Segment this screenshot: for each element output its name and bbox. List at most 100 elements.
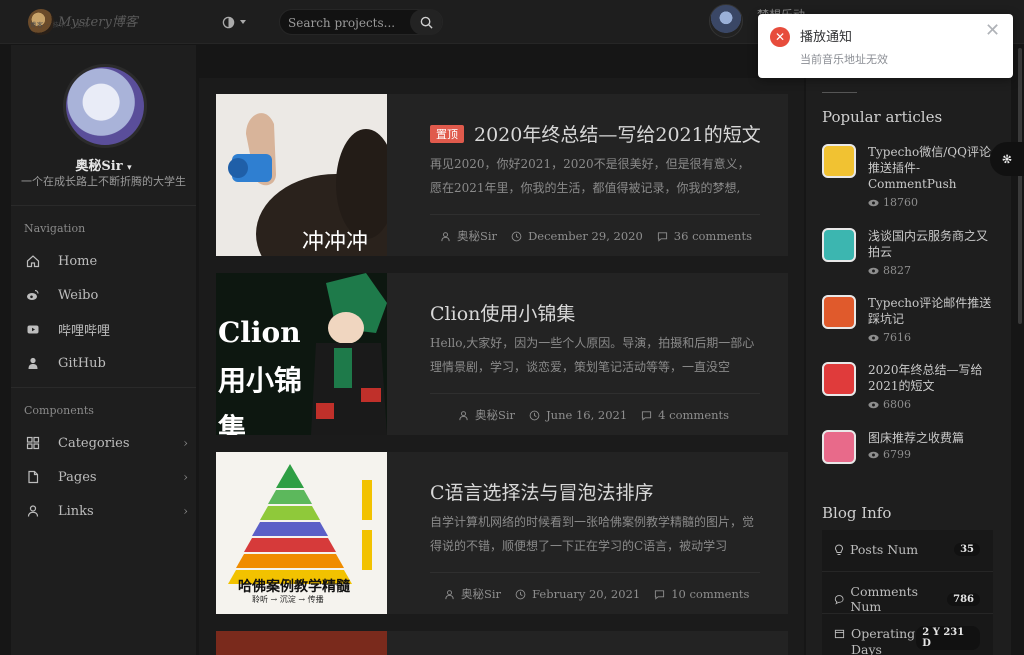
settings-tab[interactable] [990, 142, 1024, 176]
chevron-right-icon: › [183, 470, 188, 484]
profile-bio: 一个在成长路上不断折腾的大学生 [21, 175, 186, 188]
comment-icon [655, 589, 665, 600]
components-label: Components [24, 404, 94, 417]
article-title[interactable]: 浅谈国内云服务商之又拍云 [868, 228, 993, 260]
thumbnail-subcaption: 聆听 → 沉淀 → 传播 [252, 595, 324, 604]
post-title[interactable]: Clion使用小锦集 [430, 299, 575, 326]
divider [11, 205, 196, 206]
post-title-text: 2020年终总结—写给2021的短文 [474, 124, 761, 146]
divider [430, 393, 760, 394]
nav-item-links[interactable]: Links › [24, 499, 192, 523]
post-excerpt: 自学计算机网络的时候看到一张哈佛案例教学精髓的图片，觉得说的不错，顺便想了一下正… [430, 515, 755, 553]
post-title[interactable]: 置顶 2020年终总结—写给2021的短文 [430, 120, 761, 147]
article-thumbnail [822, 362, 856, 396]
post-card[interactable]: 哈佛案例教学精髓 聆听 → 沉淀 → 传播 C语言选择法与冒泡法排序 自学计算机… [216, 452, 788, 614]
article-views: 8827 [868, 264, 911, 277]
eye-icon [868, 267, 879, 274]
post-card[interactable]: 冲冲冲 置顶 2020年终总结—写给2021的短文 再见2020，你好2021，… [216, 94, 788, 256]
divider [822, 92, 857, 93]
theme-toggle-button[interactable] [222, 12, 252, 32]
left-sidebar: 奥秘Sir ▾ 一个在成长路上不断折腾的大学生 Navigation Home … [11, 45, 196, 655]
clock-icon [511, 231, 522, 241]
post-thumbnail[interactable] [216, 631, 387, 655]
article-thumbnail [822, 430, 856, 464]
nav-item-categories[interactable]: Categories › [24, 431, 192, 455]
article-title[interactable]: Typecho评论邮件推送踩坑记 [868, 295, 993, 327]
user-icon [459, 410, 468, 420]
post-comments[interactable]: 4 comments [658, 408, 729, 422]
views-count: 6799 [883, 448, 911, 461]
divider [11, 387, 196, 388]
article-title[interactable]: 图床推荐之收费篇 [868, 430, 993, 446]
post-excerpt: 再见2020，你好2021，2020不是很美好，但是很有意义，愿在2021年里，… [430, 157, 750, 195]
profile-avatar[interactable] [63, 64, 147, 148]
popular-article-item[interactable]: Typecho评论邮件推送踩坑记 7616 [822, 295, 1007, 353]
post-excerpt: Hello,大家好，因为一些个人原因。导演，拍摄和后期一部心理情景剧，学习，谈恋… [430, 336, 755, 374]
comments-count-badge: 786 [947, 592, 980, 606]
divider [430, 214, 760, 215]
scrollbar-thumb[interactable] [1018, 48, 1022, 324]
half-moon-icon [222, 16, 235, 28]
nav-item-label: Categories [58, 435, 130, 451]
info-label: Comments Num [850, 584, 919, 614]
post-author[interactable]: 奥秘Sir [457, 228, 497, 244]
nav-item-bilibili[interactable]: 哔哩哔哩 [24, 317, 192, 341]
thumbnail-caption: 冲冲冲 [302, 230, 369, 255]
post-date: February 20, 2021 [532, 587, 641, 601]
clock-icon [515, 589, 526, 599]
post-title-text: C语言选择法与冒泡法排序 [430, 482, 654, 504]
toast-message: 当前音乐地址无效 [800, 53, 888, 66]
views-count: 18760 [883, 196, 918, 209]
post-card[interactable] [216, 631, 788, 655]
chevron-right-icon: › [183, 504, 188, 518]
close-icon[interactable]: ✕ [985, 20, 1000, 41]
popular-article-item[interactable]: 浅谈国内云服务商之又拍云 8827 [822, 228, 1007, 286]
user-icon [445, 589, 454, 599]
post-author[interactable]: 奥秘Sir [461, 586, 501, 602]
post-comments[interactable]: 36 comments [674, 229, 752, 243]
thumbnail-caption: Clion 用小锦集 [218, 316, 303, 435]
github-icon [24, 354, 42, 372]
home-icon [24, 252, 42, 270]
user-icon [441, 231, 450, 241]
profile-name[interactable]: 奥秘Sir ▾ [11, 155, 196, 174]
post-card[interactable]: Clion 用小锦集 Clion使用小锦集 Hello,大家好，因为一些个人原因… [216, 273, 788, 435]
views-count: 8827 [883, 264, 911, 277]
search-button[interactable] [410, 9, 442, 35]
nav-item-label: Links [58, 503, 94, 519]
search-icon [420, 16, 433, 29]
article-title[interactable]: 2020年终总结—写给2021的短文 [868, 362, 993, 394]
nav-item-weibo[interactable]: Weibo [24, 283, 192, 307]
post-thumbnail[interactable]: Clion 用小锦集 [216, 273, 387, 435]
views-count: 7616 [883, 331, 911, 344]
search-input[interactable] [288, 14, 408, 32]
file-icon [24, 468, 42, 486]
nav-item-pages[interactable]: Pages › [24, 465, 192, 489]
article-views: 18760 [868, 196, 918, 209]
article-views: 6806 [868, 398, 911, 411]
post-date: June 16, 2021 [546, 408, 628, 422]
caret-down-icon: ▾ [127, 163, 132, 173]
article-thumbnail [822, 144, 856, 178]
eye-icon [868, 451, 879, 458]
popular-article-item[interactable]: 2020年终总结—写给2021的短文 6806 [822, 362, 1007, 420]
post-comments[interactable]: 10 comments [671, 587, 749, 601]
profile-name-text: 奥秘Sir [75, 159, 123, 174]
calendar-icon [834, 629, 845, 639]
operating-days-badge: 2 Y 231 D [916, 626, 980, 650]
header-avatar[interactable] [709, 4, 743, 38]
blog-info-title: Blog Info [822, 504, 892, 522]
post-date: December 29, 2020 [528, 229, 643, 243]
post-thumbnail[interactable]: 哈佛案例教学精髓 聆听 → 沉淀 → 传播 [216, 452, 387, 614]
nav-item-github[interactable]: GitHub [24, 351, 192, 375]
post-thumbnail[interactable]: 冲冲冲 [216, 94, 387, 256]
popular-article-item[interactable]: 图床推荐之收费篇 6799 [822, 430, 1007, 488]
article-title[interactable]: Typecho微信/QQ评论推送插件-CommentPush [868, 144, 993, 192]
notification-toast: ✕ 播放通知 当前音乐地址无效 [758, 14, 1013, 78]
error-icon: ✕ [770, 27, 790, 47]
nav-item-home[interactable]: Home [24, 249, 192, 273]
post-title[interactable]: C语言选择法与冒泡法排序 [430, 478, 654, 505]
nav-item-label: 哔哩哔哩 [58, 323, 111, 339]
popular-article-item[interactable]: Typecho微信/QQ评论推送插件-CommentPush 18760 [822, 144, 1007, 209]
post-author[interactable]: 奥秘Sir [475, 407, 515, 423]
